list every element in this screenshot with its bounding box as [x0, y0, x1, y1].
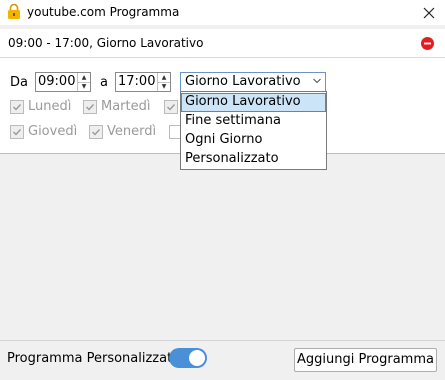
to-time-input[interactable]: 17:00 ▲ ▼ — [115, 72, 171, 92]
check-icon — [167, 104, 176, 111]
schedule-summary: 09:00 - 17:00, Giorno Lavorativo — [8, 36, 204, 50]
schedule-type-select[interactable]: Giorno Lavorativo — [180, 72, 326, 92]
footer-bar: Programma Personalizzato Aggiungi Progra… — [0, 340, 445, 380]
check-icon — [92, 129, 101, 136]
to-time-spinner[interactable]: ▲ ▼ — [157, 73, 170, 91]
close-button[interactable] — [413, 0, 445, 25]
schedule-type-dropdown: Giorno Lavorativo Fine settimana Ogni Gi… — [180, 91, 327, 170]
spin-down-icon[interactable]: ▼ — [78, 82, 90, 91]
from-time-input[interactable]: 09:00 ▲ ▼ — [35, 72, 91, 92]
chevron-down-icon — [313, 78, 321, 84]
dropdown-option-giorno-lavorativo[interactable]: Giorno Lavorativo — [181, 93, 326, 112]
check-icon — [13, 129, 22, 136]
custom-schedule-label: Programma Personalizzato — [7, 351, 181, 366]
checkbox[interactable] — [164, 100, 178, 114]
day-label: Lunedì — [28, 99, 72, 114]
to-label: a — [100, 75, 108, 90]
day-checkbox-partial[interactable] — [164, 99, 178, 115]
option-label: Personalizzato — [185, 151, 279, 166]
lock-icon — [8, 4, 20, 19]
schedule-list-item[interactable]: 09:00 - 17:00, Giorno Lavorativo — [0, 29, 445, 58]
dropdown-option-ogni-giorno[interactable]: Ogni Giorno — [181, 131, 326, 150]
option-label: Giorno Lavorativo — [185, 94, 301, 109]
checkbox[interactable] — [89, 125, 103, 139]
window-title: youtube.com Programma — [27, 5, 180, 19]
from-label: Da — [10, 75, 28, 90]
day-label: Martedì — [101, 99, 151, 114]
option-label: Ogni Giorno — [185, 132, 263, 147]
from-time-spinner[interactable]: ▲ ▼ — [77, 73, 90, 91]
day-label: Giovedì — [28, 124, 78, 139]
dropdown-option-personalizzato[interactable]: Personalizzato — [181, 150, 326, 169]
check-icon — [86, 104, 95, 111]
to-time-value: 17:00 — [118, 74, 156, 89]
from-time-value: 09:00 — [38, 74, 76, 89]
add-schedule-button[interactable]: Aggiungi Programma — [294, 348, 437, 372]
day-label: Venerdì — [107, 124, 157, 139]
checkbox[interactable] — [10, 100, 24, 114]
custom-schedule-toggle[interactable] — [169, 348, 207, 368]
check-icon — [13, 104, 22, 111]
spin-down-icon[interactable]: ▼ — [158, 82, 170, 91]
add-schedule-button-label: Aggiungi Programma — [297, 352, 434, 367]
option-label: Fine settimana — [185, 113, 281, 128]
close-icon — [423, 7, 435, 18]
title-bar: youtube.com Programma — [0, 0, 445, 25]
remove-schedule-icon[interactable] — [421, 37, 434, 50]
toggle-knob — [189, 350, 205, 366]
checkbox[interactable] — [10, 125, 24, 139]
checkbox[interactable] — [83, 100, 97, 114]
schedule-type-value: Giorno Lavorativo — [185, 74, 301, 89]
dropdown-option-fine-settimana[interactable]: Fine settimana — [181, 112, 326, 131]
